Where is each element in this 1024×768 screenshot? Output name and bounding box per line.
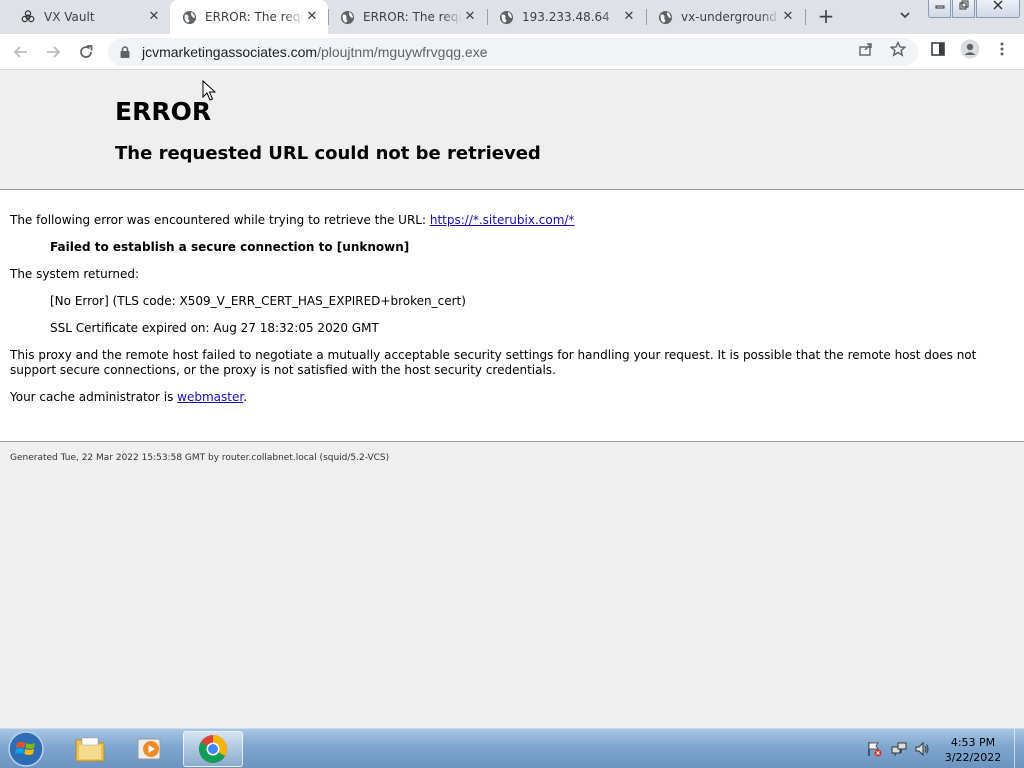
reload-button[interactable] xyxy=(74,40,98,64)
close-icon[interactable]: ✕ xyxy=(621,9,637,25)
tab-vx-vault[interactable]: VX Vault ✕ xyxy=(0,0,170,34)
close-icon[interactable]: ✕ xyxy=(462,9,478,25)
tab-title: vx-underground xyxy=(681,10,777,24)
page-subtitle: The requested URL could not be retrieved xyxy=(115,143,541,164)
globe-icon xyxy=(498,9,514,25)
close-icon[interactable]: ✕ xyxy=(780,9,796,25)
profile-avatar-icon[interactable] xyxy=(960,39,980,59)
reload-icon xyxy=(80,45,93,58)
address-bar[interactable]: jcvmarketingassociates.com/ploujtnm/mguy… xyxy=(108,38,918,66)
footer-text: Generated Tue, 22 Mar 2022 15:53:58 GMT … xyxy=(10,453,390,463)
globe-icon xyxy=(657,9,673,25)
admin-suffix: . xyxy=(243,390,248,404)
clock-date: 3/22/2022 xyxy=(944,751,1002,764)
mouse-cursor-icon xyxy=(202,80,216,101)
side-panel-icon[interactable] xyxy=(929,40,947,58)
tab-separator xyxy=(805,9,806,25)
restore-button[interactable] xyxy=(952,0,975,18)
chrome-icon xyxy=(199,735,227,763)
network-icon[interactable] xyxy=(891,741,907,757)
browser-toolbar: jcvmarketingassociates.com/ploujtnm/mguy… xyxy=(0,34,1024,70)
chevron-down-icon[interactable] xyxy=(893,6,917,28)
url-text[interactable]: jcvmarketingassociates.com/ploujtnm/mguy… xyxy=(142,44,487,60)
url-domain: jcvmarketingassociates.com xyxy=(142,44,318,60)
tab-title: ERROR: The requested URL could not be re… xyxy=(205,10,304,24)
cert-expired-text: SSL Certificate expired on: Aug 27 18:32… xyxy=(50,321,379,335)
tab-separator xyxy=(328,9,329,25)
taskbar-chrome[interactable] xyxy=(183,731,243,767)
star-icon[interactable] xyxy=(889,40,907,58)
forward-button[interactable] xyxy=(41,40,65,64)
close-icon[interactable]: ✕ xyxy=(304,9,320,25)
tab-strip: VX Vault ✕ ERROR: The requested URL coul… xyxy=(0,0,1024,34)
error-url-link[interactable]: https://*.siterubix.com/* xyxy=(430,213,575,227)
explanation-paragraph: This proxy and the remote host failed to… xyxy=(10,348,977,377)
admin-paragraph: Your cache administrator is webmaster. xyxy=(10,390,1010,405)
page-title: ERROR xyxy=(115,97,212,126)
globe-icon xyxy=(339,9,355,25)
close-icon[interactable]: ✕ xyxy=(146,9,162,25)
share-icon[interactable] xyxy=(857,40,875,58)
arrow-left-icon xyxy=(13,46,27,58)
folder-icon xyxy=(75,737,105,762)
intro-text: The following error was encountered whil… xyxy=(10,213,430,227)
arrow-right-icon xyxy=(47,46,61,58)
volume-icon[interactable] xyxy=(914,741,930,757)
error-header: ERROR The requested URL could not be ret… xyxy=(0,70,1024,190)
tab-error-active[interactable]: ERROR: The requested URL could not be re… xyxy=(170,0,328,34)
system-clock[interactable]: 4:53 PM 3/22/2022 xyxy=(936,735,1010,765)
tab-separator xyxy=(487,9,488,25)
tab-separator xyxy=(646,9,647,25)
globe-icon xyxy=(181,9,197,25)
intro-paragraph: The following error was encountered whil… xyxy=(10,213,1010,228)
error-title-text: Failed to establish a secure connection … xyxy=(50,240,410,254)
tls-error-text: [No Error] (TLS code: X509_V_ERR_CERT_HA… xyxy=(50,294,466,308)
taskbar-explorer[interactable] xyxy=(60,731,120,767)
lock-icon[interactable] xyxy=(118,45,132,59)
system-returned-label: The system returned: xyxy=(10,267,140,281)
minimize-button[interactable] xyxy=(928,0,951,18)
webmaster-link[interactable]: webmaster xyxy=(177,390,243,404)
url-path: /ploujtnm/mguywfrvgqg.exe xyxy=(317,44,488,60)
windows-logo-icon xyxy=(8,731,44,767)
new-tab-button[interactable]: + xyxy=(814,5,838,29)
tab-title: ERROR: The requested URL could not be re… xyxy=(363,10,462,24)
biohazard-icon xyxy=(20,9,36,25)
tab-title: VX Vault xyxy=(44,10,95,24)
kebab-menu-icon[interactable] xyxy=(993,40,1011,58)
tab-vx-underground[interactable]: vx-underground ✕ xyxy=(646,0,804,34)
back-button[interactable] xyxy=(9,40,33,64)
close-window-button[interactable] xyxy=(976,0,1020,18)
admin-text: Your cache administrator is xyxy=(10,390,178,404)
start-button[interactable] xyxy=(6,730,46,768)
clock-time: 4:53 PM xyxy=(950,736,996,749)
action-center-flag-icon[interactable] xyxy=(866,741,882,757)
error-body: The following error was encountered whil… xyxy=(0,190,1024,442)
windows-taskbar: 4:53 PM 3/22/2022 xyxy=(0,728,1024,768)
tab-error[interactable]: ERROR: The requested URL could not be re… xyxy=(328,0,486,34)
show-desktop-button[interactable] xyxy=(1014,729,1024,768)
page-viewport: ERROR The requested URL could not be ret… xyxy=(0,70,1024,728)
error-title: Failed to establish a secure connection … xyxy=(50,240,1024,255)
media-player-icon xyxy=(137,738,161,760)
tab-title: 193.233.48.64 xyxy=(522,10,610,24)
taskbar-media-player[interactable] xyxy=(120,731,180,767)
tab-ip-address[interactable]: 193.233.48.64 ✕ xyxy=(487,0,645,34)
